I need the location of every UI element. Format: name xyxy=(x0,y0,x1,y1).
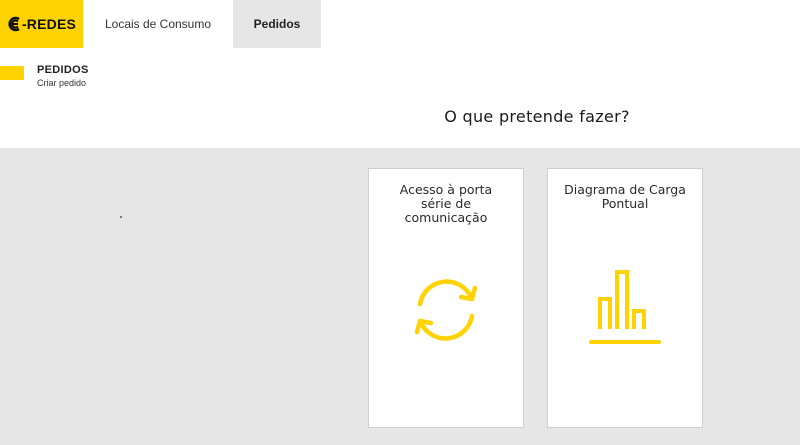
page-question: O que pretende fazer? xyxy=(444,107,630,126)
bar-chart-icon xyxy=(548,269,702,351)
card-diagrama-carga-pontual[interactable]: Diagrama de Carga Pontual xyxy=(547,168,703,428)
logo-text: -REDES xyxy=(21,16,77,32)
refresh-icon xyxy=(369,269,523,351)
nav-item-pedidos[interactable]: Pedidos xyxy=(233,0,321,48)
card-acesso-porta-serie[interactable]: Acesso à porta série de comunicação xyxy=(368,168,524,428)
card-title: Acesso à porta série de comunicação xyxy=(399,182,493,225)
breadcrumb-accent-bar xyxy=(0,66,24,80)
e-redes-logo[interactable]: -REDES xyxy=(0,0,83,48)
nav-item-locais-de-consumo[interactable]: Locais de Consumo xyxy=(83,0,233,48)
top-navigation-bar: -REDES Locais de Consumo Pedidos xyxy=(0,0,800,48)
breadcrumb-title: PEDIDOS xyxy=(37,64,89,76)
breadcrumb-subtitle: Criar pedido xyxy=(37,78,87,88)
decorative-dot xyxy=(120,216,122,218)
card-title: Diagrama de Carga Pontual xyxy=(564,182,686,211)
e-redes-logo-mark-icon xyxy=(7,16,21,32)
